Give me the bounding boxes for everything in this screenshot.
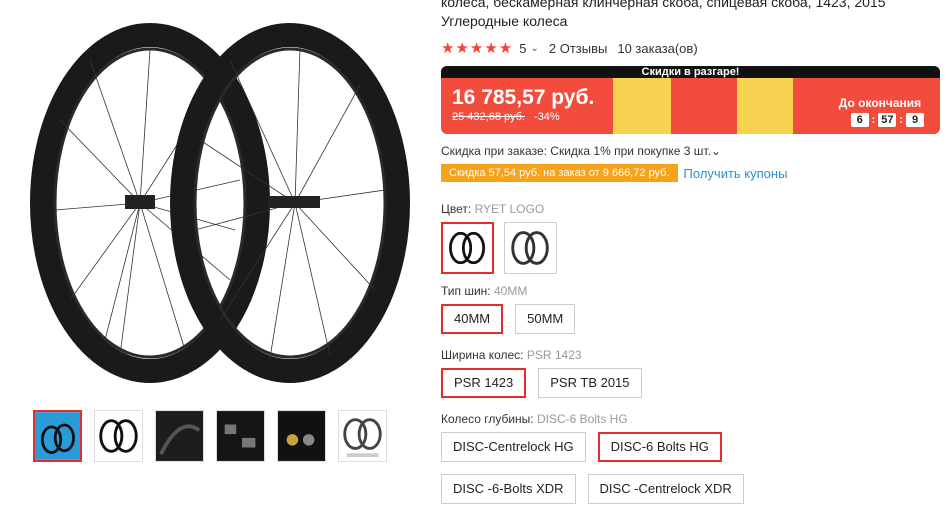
product-title: колеса, бескамерная клинчерная скоба, сп… [441, 0, 886, 29]
current-price: 16 785,57 руб. [452, 86, 595, 109]
depth-option-centrelock-xdr[interactable]: DISC -Centrelock XDR [587, 474, 744, 504]
depth-label: Колесо глубины: [441, 412, 534, 426]
order-discount[interactable]: Скидка при заказе: Скидка 1% при покупке… [441, 144, 946, 158]
tire-option-50mm[interactable]: 50MM [515, 304, 576, 334]
depth-label-row: Колесо глубины: DISC-6 Bolts HG [441, 412, 946, 426]
puzzle-decoration [737, 78, 793, 134]
main-product-image [0, 0, 420, 395]
old-price: 25 432,68 руб. [452, 111, 525, 123]
old-price-row: 25 432,68 руб. -34% [452, 111, 560, 123]
tire-options: 40MM 50MM [441, 304, 946, 334]
discount-percent: -34% [534, 111, 560, 123]
width-option-psr-1423[interactable]: PSR 1423 [441, 368, 527, 398]
width-label-row: Ширина колес: PSR 1423 [441, 348, 946, 362]
countdown-seconds: 9 [906, 113, 924, 127]
color-swatch-2[interactable] [504, 222, 557, 274]
countdown-separator: : [899, 114, 903, 126]
coupon-badge: Скидка 57,54 руб. на заказ от 9 666,72 р… [441, 164, 678, 182]
thumbnail-5[interactable] [277, 410, 326, 462]
reviews-count[interactable]: 2 Отзывы [549, 41, 607, 56]
depth-option-6-bolts-hg[interactable]: DISC-6 Bolts HG [597, 432, 722, 462]
width-options: PSR 1423 PSR TB 2015 [441, 368, 946, 398]
width-selected-value: PSR 1423 [526, 348, 582, 362]
countdown-separator: : [871, 114, 876, 126]
promo-headline: Скидки в разгаре! [441, 66, 940, 78]
thumbnail-3[interactable] [155, 410, 204, 462]
tire-label-row: Тип шин: 40MM [441, 284, 946, 298]
countdown-label: До окончания [838, 96, 922, 110]
color-label: Цвет: [441, 202, 472, 216]
get-coupons-link[interactable]: Получить купоны [684, 166, 788, 181]
thumbnail-2[interactable] [94, 410, 143, 462]
depth-options: DISC-Centrelock HG DISC-6 Bolts HG DISC … [441, 432, 861, 504]
thumbnail-1[interactable] [33, 410, 82, 462]
depth-option-6-bolts-xdr[interactable]: DISC -6-Bolts XDR [441, 474, 576, 504]
width-option-psr-tb-2015[interactable]: PSR TB 2015 [538, 368, 642, 398]
color-label-row: Цвет: RYET LOGO [441, 202, 946, 216]
wheels-image [30, 23, 410, 383]
promo-banner: Скидки в разгаре! 16 785,57 руб. 25 432,… [441, 66, 940, 134]
color-selected-value: RYET LOGO [474, 202, 545, 216]
tire-label: Тип шин: [441, 284, 491, 298]
product-info: колеса, бескамерная клинчерная скоба, сп… [441, 0, 946, 504]
order-discount-text: Скидка при заказе: Скидка 1% при покупке… [441, 144, 711, 158]
depth-option-centrelock-hg[interactable]: DISC-Centrelock HG [441, 432, 586, 462]
tire-selected-value: 40MM [493, 284, 528, 298]
puzzle-decoration [613, 78, 671, 134]
width-label: Ширина колес: [441, 348, 524, 362]
countdown-minutes: 57 [878, 113, 897, 127]
thumbnail-6[interactable] [338, 410, 387, 462]
color-swatches [441, 222, 946, 274]
orders-count: 10 заказа(ов) [617, 40, 698, 56]
countdown-hours: 6 [850, 113, 869, 127]
tire-option-40mm[interactable]: 40MM [441, 304, 504, 334]
color-swatch-ryet-logo[interactable] [441, 222, 494, 274]
thumbnail-4[interactable] [216, 410, 265, 462]
depth-selected-value: DISC-6 Bolts HG [536, 412, 628, 426]
countdown-timer: 6 : 57 : 9 [850, 113, 924, 127]
rating-value[interactable]: 5 [519, 41, 526, 56]
rating-row: ★★★★★ 5 ⌄ 2 Отзывы 10 заказа(ов) [441, 39, 946, 57]
rating-stars: ★★★★★ [441, 40, 514, 57]
thumbnail-strip [33, 410, 387, 462]
chevron-down-icon[interactable]: ⌄ [530, 43, 538, 54]
coupon-row: Скидка 57,54 руб. на заказ от 9 666,72 р… [441, 164, 946, 182]
chevron-down-icon: ⌄ [710, 144, 721, 158]
